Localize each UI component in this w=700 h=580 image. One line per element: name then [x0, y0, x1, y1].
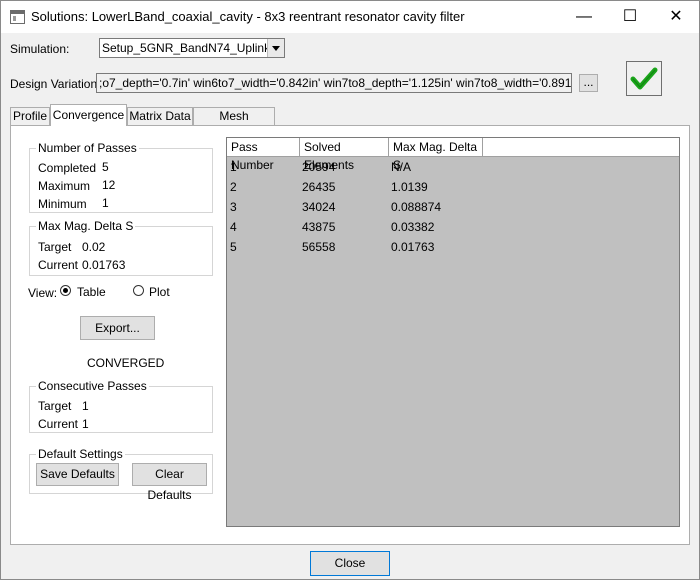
- cell-pass-number: 4: [230, 220, 237, 234]
- simulation-select[interactable]: Setup_5GNR_BandN74_Uplink: [99, 38, 285, 58]
- clear-defaults-button[interactable]: Clear Defaults: [132, 463, 207, 502]
- cell-solved-elements: 26435: [302, 180, 336, 194]
- cell-solved-elements: 56558: [302, 240, 336, 254]
- consecutive-passes-group: Consecutive Passes Target 1 Current 1: [29, 379, 213, 433]
- view-label: View:: [28, 286, 58, 300]
- view-table-label[interactable]: Table: [77, 285, 106, 299]
- consecutive-current-value: 1: [82, 417, 89, 431]
- cell-max-mag-delta-s: N/A: [391, 160, 412, 174]
- chevron-down-icon[interactable]: [267, 39, 284, 57]
- consecutive-passes-title: Consecutive Passes: [36, 379, 149, 393]
- title-bar[interactable]: Solutions: LowerLBand_coaxial_cavity - 8…: [1, 1, 699, 33]
- tab-profile[interactable]: Profile: [10, 107, 50, 125]
- simulation-label: Simulation:: [10, 42, 70, 56]
- checkmark-icon: [630, 67, 658, 90]
- view-plot-label[interactable]: Plot: [149, 285, 170, 299]
- design-variation-label: Design Variation:: [10, 77, 101, 91]
- tab-matrix-data[interactable]: Matrix Data: [127, 107, 193, 125]
- maximize-button[interactable]: ☐: [607, 1, 653, 33]
- cell-solved-elements: 43875: [302, 220, 336, 234]
- browse-variation-button[interactable]: ...: [579, 74, 598, 92]
- view-table-radio[interactable]: [60, 285, 71, 296]
- consecutive-target-value: 1: [82, 399, 89, 413]
- tab-mesh-statistics[interactable]: Mesh Statistics: [193, 107, 275, 140]
- consecutive-target-label: Target: [38, 399, 72, 413]
- completed-value: 5: [102, 160, 109, 174]
- app-window-icon: [10, 10, 25, 24]
- number-of-passes-title: Number of Passes: [36, 141, 139, 155]
- cell-solved-elements: 34024: [302, 200, 336, 214]
- column-header-max-mag-delta-s[interactable]: Max Mag. Delta S: [389, 138, 483, 172]
- column-header-pass-number[interactable]: Pass Number: [227, 138, 300, 172]
- apply-variation-button[interactable]: [626, 61, 662, 96]
- minimum-label: Minimum: [38, 197, 87, 211]
- minimize-button[interactable]: —: [561, 1, 607, 33]
- design-variation-value: ;o7_depth='0.7in' win6to7_width='0.842in…: [99, 76, 572, 90]
- cell-max-mag-delta-s: 0.03382: [391, 220, 435, 234]
- close-button[interactable]: Close: [310, 551, 390, 576]
- save-defaults-button[interactable]: Save Defaults: [36, 463, 119, 486]
- cell-max-mag-delta-s: 0.088874: [391, 200, 442, 214]
- delta-current-value: 0.01763: [82, 258, 126, 272]
- cell-pass-number: 1: [230, 160, 237, 174]
- max-mag-delta-s-title: Max Mag. Delta S: [36, 219, 136, 233]
- cell-pass-number: 2: [230, 180, 237, 194]
- maximum-label: Maximum: [38, 179, 91, 193]
- convergence-table[interactable]: Pass Number Solved Elements Max Mag. Del…: [226, 137, 680, 527]
- number-of-passes-group: Number of Passes Completed 5 Maximum 12 …: [29, 141, 213, 213]
- simulation-value: Setup_5GNR_BandN74_Uplink: [102, 41, 271, 55]
- column-header-solved-elements[interactable]: Solved Elements: [300, 138, 389, 172]
- cell-pass-number: 5: [230, 240, 237, 254]
- column-header-filler: [483, 138, 679, 157]
- delta-target-value: 0.02: [82, 240, 106, 254]
- default-settings-group: Default Settings Save Defaults Clear Def…: [29, 447, 213, 502]
- cell-solved-elements: 20594: [302, 160, 336, 174]
- default-settings-title: Default Settings: [36, 447, 125, 461]
- window-title: Solutions: LowerLBand_coaxial_cavity - 8…: [31, 9, 465, 24]
- solutions-window: Solutions: LowerLBand_coaxial_cavity - 8…: [0, 0, 700, 580]
- consecutive-current-label: Current: [38, 417, 79, 431]
- completed-label: Completed: [38, 161, 97, 175]
- design-variation-field[interactable]: ;o7_depth='0.7in' win6to7_width='0.842in…: [96, 73, 572, 93]
- cell-max-mag-delta-s: 1.0139: [391, 180, 428, 194]
- tab-convergence[interactable]: Convergence: [50, 104, 127, 126]
- cell-pass-number: 3: [230, 200, 237, 214]
- delta-current-label: Current: [38, 258, 79, 272]
- delta-target-label: Target: [38, 240, 72, 254]
- convergence-status: CONVERGED: [87, 356, 165, 370]
- close-window-button[interactable]: ✕: [653, 1, 699, 33]
- max-mag-delta-s-group: Max Mag. Delta S Target 0.02 Current 0.0…: [29, 219, 213, 276]
- minimum-value: 1: [102, 196, 109, 210]
- maximum-value: 12: [102, 178, 116, 192]
- view-plot-radio[interactable]: [133, 285, 144, 296]
- cell-max-mag-delta-s: 0.01763: [391, 240, 435, 254]
- export-button[interactable]: Export...: [80, 316, 155, 340]
